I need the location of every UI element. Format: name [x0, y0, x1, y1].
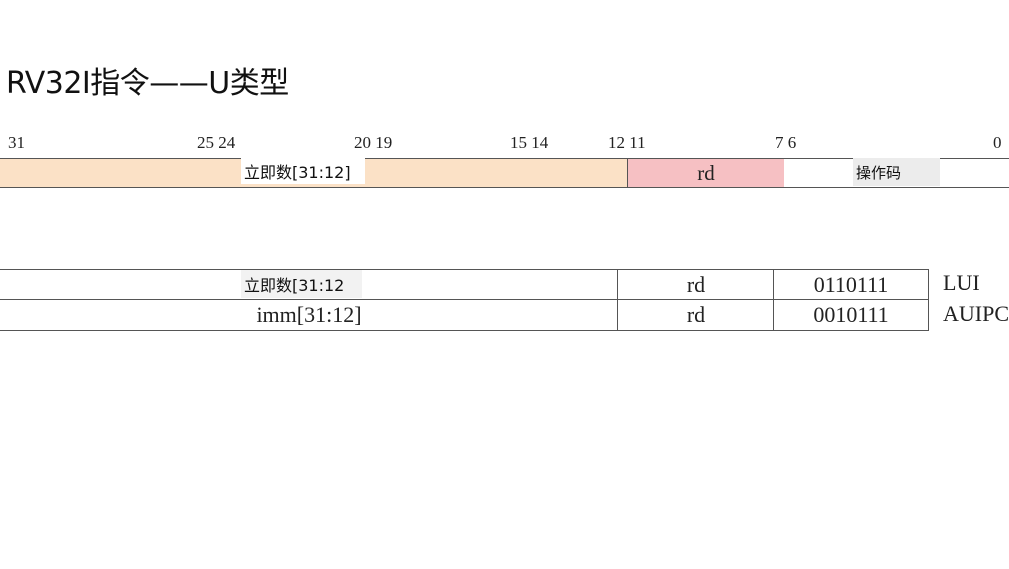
rd-cell: rd [617, 300, 774, 330]
rd-cell: rd [617, 270, 774, 299]
bit-number: 20 19 [354, 133, 393, 152]
table-row: imm[31:12] rd 0010111 [0, 300, 929, 331]
rd-field: rd [627, 158, 785, 188]
bit-number: 12 11 [608, 133, 646, 152]
slide-title: RV32I指令——U类型 [6, 66, 289, 101]
bit-number: 7 6 [775, 133, 797, 152]
opcode-cell: 0110111 [773, 270, 929, 299]
rd-field-label: rd [697, 160, 715, 185]
opcode-field-label: 操作码 [853, 158, 940, 186]
bit-number: 25 24 [197, 133, 236, 152]
imm-field-label: 立即数[31:12] [241, 158, 365, 184]
table-row: 立即数[31:12 rd 0110111 [0, 269, 929, 300]
imm-cell: imm[31:12] [256, 302, 362, 327]
imm-cell-label: 立即数[31:12 [241, 270, 362, 298]
instruction-name: AUIPC [943, 301, 1009, 326]
opcode-cell: 0010111 [773, 300, 929, 330]
bit-number: 31 [8, 133, 25, 152]
bit-number: 15 14 [510, 133, 549, 152]
instruction-name: LUI [943, 270, 980, 295]
bit-number: 0 [993, 133, 1002, 152]
